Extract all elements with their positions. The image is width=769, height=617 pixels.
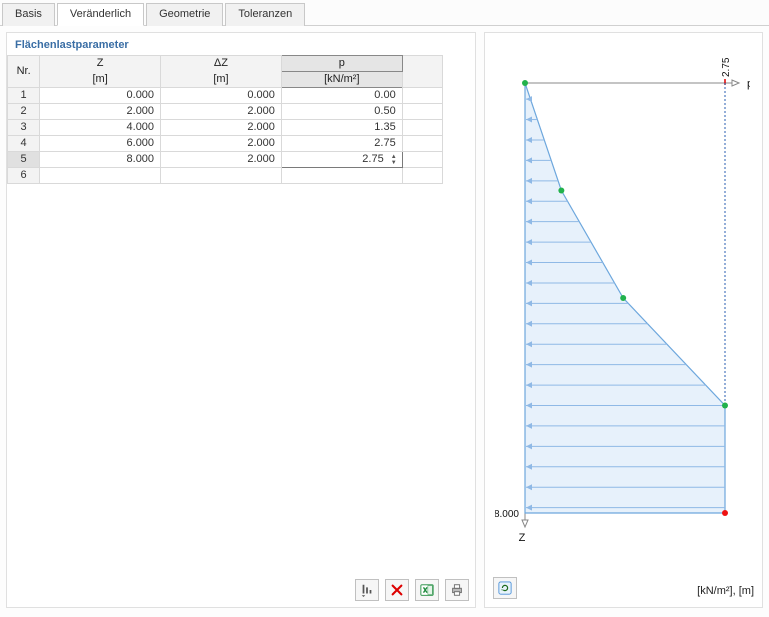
th-p[interactable]: p xyxy=(281,56,402,72)
th-z[interactable]: Z xyxy=(40,56,161,72)
cell-nr[interactable]: 4 xyxy=(8,136,40,152)
svg-text:p: p xyxy=(747,78,750,90)
cell-dz[interactable]: 0.000 xyxy=(161,88,282,104)
table-row[interactable]: 22.0002.0000.50 xyxy=(8,104,443,120)
tab-basis[interactable]: Basis xyxy=(2,3,55,26)
cell-nr[interactable]: 6 xyxy=(8,168,40,184)
x-icon xyxy=(390,583,404,597)
print-button[interactable] xyxy=(445,579,469,601)
cell-z[interactable]: 6.000 xyxy=(40,136,161,152)
cell-z[interactable]: 0.000 xyxy=(40,88,161,104)
cell-pad xyxy=(402,120,442,136)
cell-dz[interactable]: 2.000 xyxy=(161,136,282,152)
th-dz[interactable]: ΔZ xyxy=(161,56,282,72)
cell-nr[interactable]: 2 xyxy=(8,104,40,120)
svg-text:2.75: 2.75 xyxy=(721,57,732,77)
svg-text:8.000: 8.000 xyxy=(495,509,519,520)
excel-icon xyxy=(420,583,434,597)
delete-button[interactable] xyxy=(385,579,409,601)
cell-pad xyxy=(402,136,442,152)
cell-pad xyxy=(402,88,442,104)
right-panel: p 2.75 Z 8.000 [kN/m²], [m] xyxy=(484,32,763,608)
cell-p[interactable]: 1.35 xyxy=(281,120,402,136)
chart-area: p 2.75 Z 8.000 xyxy=(495,43,752,567)
th-z-unit: [m] xyxy=(40,72,161,88)
panel-title: Flächenlastparameter xyxy=(7,33,475,55)
tab-bar: Basis Veränderlich Geometrie Toleranzen xyxy=(0,0,769,26)
cell-z[interactable] xyxy=(40,168,161,184)
table-row[interactable]: 58.0002.0002.75▲▼ xyxy=(8,152,443,168)
cell-z[interactable]: 4.000 xyxy=(40,120,161,136)
table-row[interactable]: 34.0002.0001.35 xyxy=(8,120,443,136)
th-pad xyxy=(402,56,442,88)
tab-toleranzen[interactable]: Toleranzen xyxy=(225,3,305,26)
cell-p[interactable]: 2.75 xyxy=(281,136,402,152)
cell-z[interactable]: 8.000 xyxy=(40,152,161,168)
cell-nr[interactable]: 1 xyxy=(8,88,40,104)
table-row[interactable]: 10.0000.0000.00 xyxy=(8,88,443,104)
refresh-icon xyxy=(498,581,512,595)
print-icon xyxy=(450,583,464,597)
cell-p[interactable]: 0.50 xyxy=(281,104,402,120)
th-nr[interactable]: Nr. xyxy=(8,56,40,88)
cell-nr[interactable]: 5 xyxy=(8,152,40,168)
sort-button[interactable] xyxy=(355,579,379,601)
export-excel-button[interactable] xyxy=(415,579,439,601)
cell-p[interactable]: 2.75▲▼ xyxy=(281,152,402,168)
cell-nr[interactable]: 3 xyxy=(8,120,40,136)
cell-dz[interactable]: 2.000 xyxy=(161,104,282,120)
cell-pad xyxy=(402,168,442,184)
cell-pad xyxy=(402,104,442,120)
left-panel: Flächenlastparameter Nr. Z ΔZ p [m] [m] … xyxy=(6,32,476,608)
axis-units-label: [kN/m²], [m] xyxy=(697,585,754,597)
tab-veraenderlich[interactable]: Veränderlich xyxy=(57,3,144,26)
cell-dz[interactable]: 2.000 xyxy=(161,152,282,168)
cell-p[interactable] xyxy=(281,168,402,184)
table-row[interactable]: 6 xyxy=(8,168,443,184)
sort-icon xyxy=(360,583,374,597)
load-chart: p 2.75 Z 8.000 xyxy=(495,43,750,543)
cell-dz[interactable] xyxy=(161,168,282,184)
cell-dz[interactable]: 2.000 xyxy=(161,120,282,136)
svg-text:Z: Z xyxy=(519,532,526,543)
load-table[interactable]: Nr. Z ΔZ p [m] [m] [kN/m²] 10.0000.0000.… xyxy=(7,55,443,184)
th-dz-unit: [m] xyxy=(161,72,282,88)
table-row[interactable]: 46.0002.0002.75 xyxy=(8,136,443,152)
spinner-down-icon[interactable]: ▼ xyxy=(388,160,400,166)
left-toolbar xyxy=(7,573,475,607)
cell-z[interactable]: 2.000 xyxy=(40,104,161,120)
th-p-unit: [kN/m²] xyxy=(281,72,402,88)
tab-geometrie[interactable]: Geometrie xyxy=(146,3,223,26)
cell-p[interactable]: 0.00 xyxy=(281,88,402,104)
refresh-chart-button[interactable] xyxy=(493,577,517,599)
cell-pad xyxy=(402,152,442,168)
